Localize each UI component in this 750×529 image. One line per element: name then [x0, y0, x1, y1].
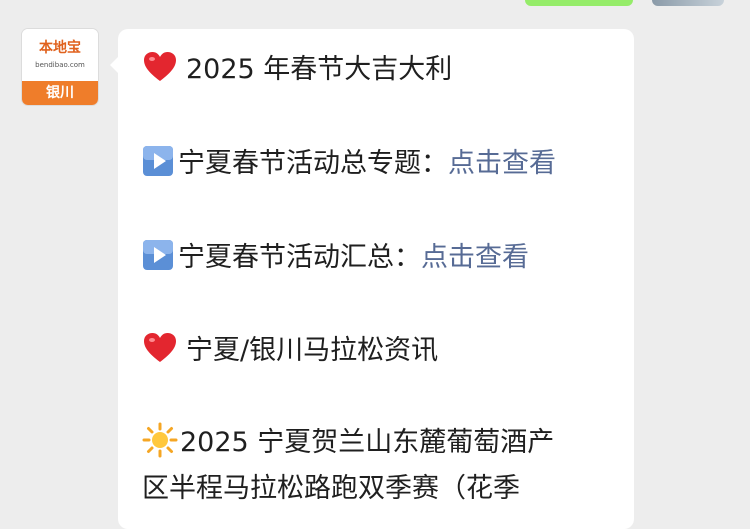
sent-message-bubble[interactable] [525, 0, 633, 6]
heart-icon [142, 331, 178, 365]
message-line-event-title: 2025 宁夏贺兰山东麓葡萄酒产 [142, 420, 554, 459]
avatar-city-label: 银川 [22, 81, 98, 105]
summary-text: 宁夏春节活动汇总： [178, 242, 421, 273]
topic-view-link[interactable]: 点击查看 [448, 141, 556, 180]
topic-text: 宁夏春节活动总专题： [178, 148, 448, 179]
marathon-news-text: 宁夏/银川马拉松资讯 [186, 335, 439, 366]
message-line-topic: 宁夏春节活动总专题： 点击查看 [142, 141, 556, 180]
sender-avatar[interactable]: 本地宝 bendibao.com 银川 [22, 29, 98, 105]
sun-icon [142, 422, 178, 458]
message-line-summary: 宁夏春节活动汇总： 点击查看 [142, 235, 529, 274]
message-line-greeting: 2025 年春节大吉大利 [142, 47, 452, 86]
play-icon [142, 145, 174, 177]
event-title-text: 2025 宁夏贺兰山东麓葡萄酒产 [180, 427, 555, 458]
sent-image-thumbnail[interactable] [652, 0, 724, 6]
message-line-marathon: 宁夏/银川马拉松资讯 [142, 328, 438, 367]
heart-icon [142, 50, 178, 84]
message-line-event-title-cont: 区半程马拉松路跑双季赛（花季 [142, 466, 520, 505]
greeting-text: 2025 年春节大吉大利 [186, 54, 453, 85]
play-icon [142, 239, 174, 271]
avatar-brand-text: 本地宝 [39, 40, 81, 56]
event-title-cont-text: 区半程马拉松路跑双季赛（花季 [142, 473, 520, 504]
avatar-domain-text: bendibao.com [35, 61, 85, 69]
summary-view-link[interactable]: 点击查看 [421, 235, 529, 274]
